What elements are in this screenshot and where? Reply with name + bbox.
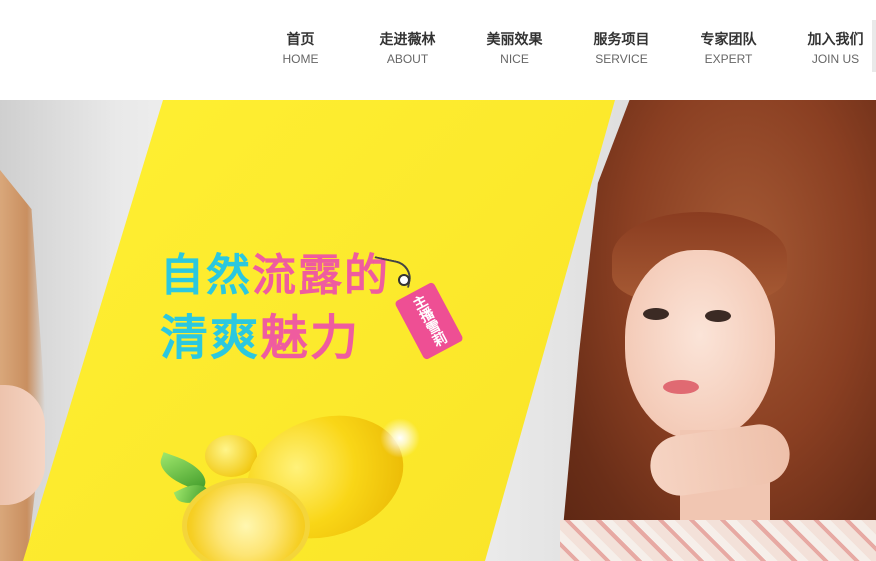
headline-word-pink: 流露的	[252, 250, 390, 301]
nav-label-en: HOME	[282, 52, 319, 66]
nav-item-join-us[interactable]: 加入我们 JOIN US	[782, 30, 876, 67]
model-lips	[663, 380, 699, 394]
nav-item-nice[interactable]: 美丽效果 NICE	[461, 30, 568, 67]
nav-label-cn: 走进薇林	[379, 32, 436, 48]
nav-label-cn: 专家团队	[700, 32, 757, 48]
site-header: 首页 HOME 走进薇林 ABOUT 美丽效果 NICE 服务项目 SERVIC…	[0, 0, 876, 100]
nav-item-home[interactable]: 首页 HOME	[247, 30, 354, 67]
nav-label-en: SERVICE	[595, 52, 648, 66]
nav-label-en: NICE	[500, 52, 529, 66]
nav-label-en: ABOUT	[386, 52, 429, 66]
headline-line-1: 自然流露的	[160, 250, 390, 302]
model-eye	[705, 310, 731, 322]
nav-label-cn: 服务项目	[593, 32, 650, 48]
nav-item-expert[interactable]: 专家团队 EXPERT	[675, 30, 782, 67]
hero-banner[interactable]: 自然流露的 清爽魅力 主播雪莉	[0, 100, 876, 561]
nav-label-cn: 美丽效果	[486, 32, 543, 48]
header-edge-bar	[872, 20, 876, 72]
nav-label-cn: 加入我们	[807, 32, 864, 48]
headline-word-cyan: 清爽	[160, 310, 261, 366]
nav-label-cn: 首页	[286, 32, 315, 48]
headline-word-cyan: 自然	[160, 250, 252, 301]
headline-word-pink: 魅力	[260, 310, 361, 366]
model-face	[625, 250, 775, 440]
model-dress	[560, 520, 876, 561]
left-model-hand	[0, 385, 45, 505]
model-eye	[643, 308, 669, 320]
main-nav: 首页 HOME 走进薇林 ABOUT 美丽效果 NICE 服务项目 SERVIC…	[247, 30, 876, 67]
headline-line-2: 清爽魅力	[160, 312, 360, 364]
nav-item-about[interactable]: 走进薇林 ABOUT	[354, 30, 461, 67]
tag-hole	[398, 274, 410, 286]
sparkle-icon	[380, 418, 420, 458]
nav-label-en: JOIN US	[811, 52, 860, 66]
nav-label-en: EXPERT	[704, 52, 753, 66]
nav-item-service[interactable]: 服务项目 SERVICE	[568, 30, 675, 67]
